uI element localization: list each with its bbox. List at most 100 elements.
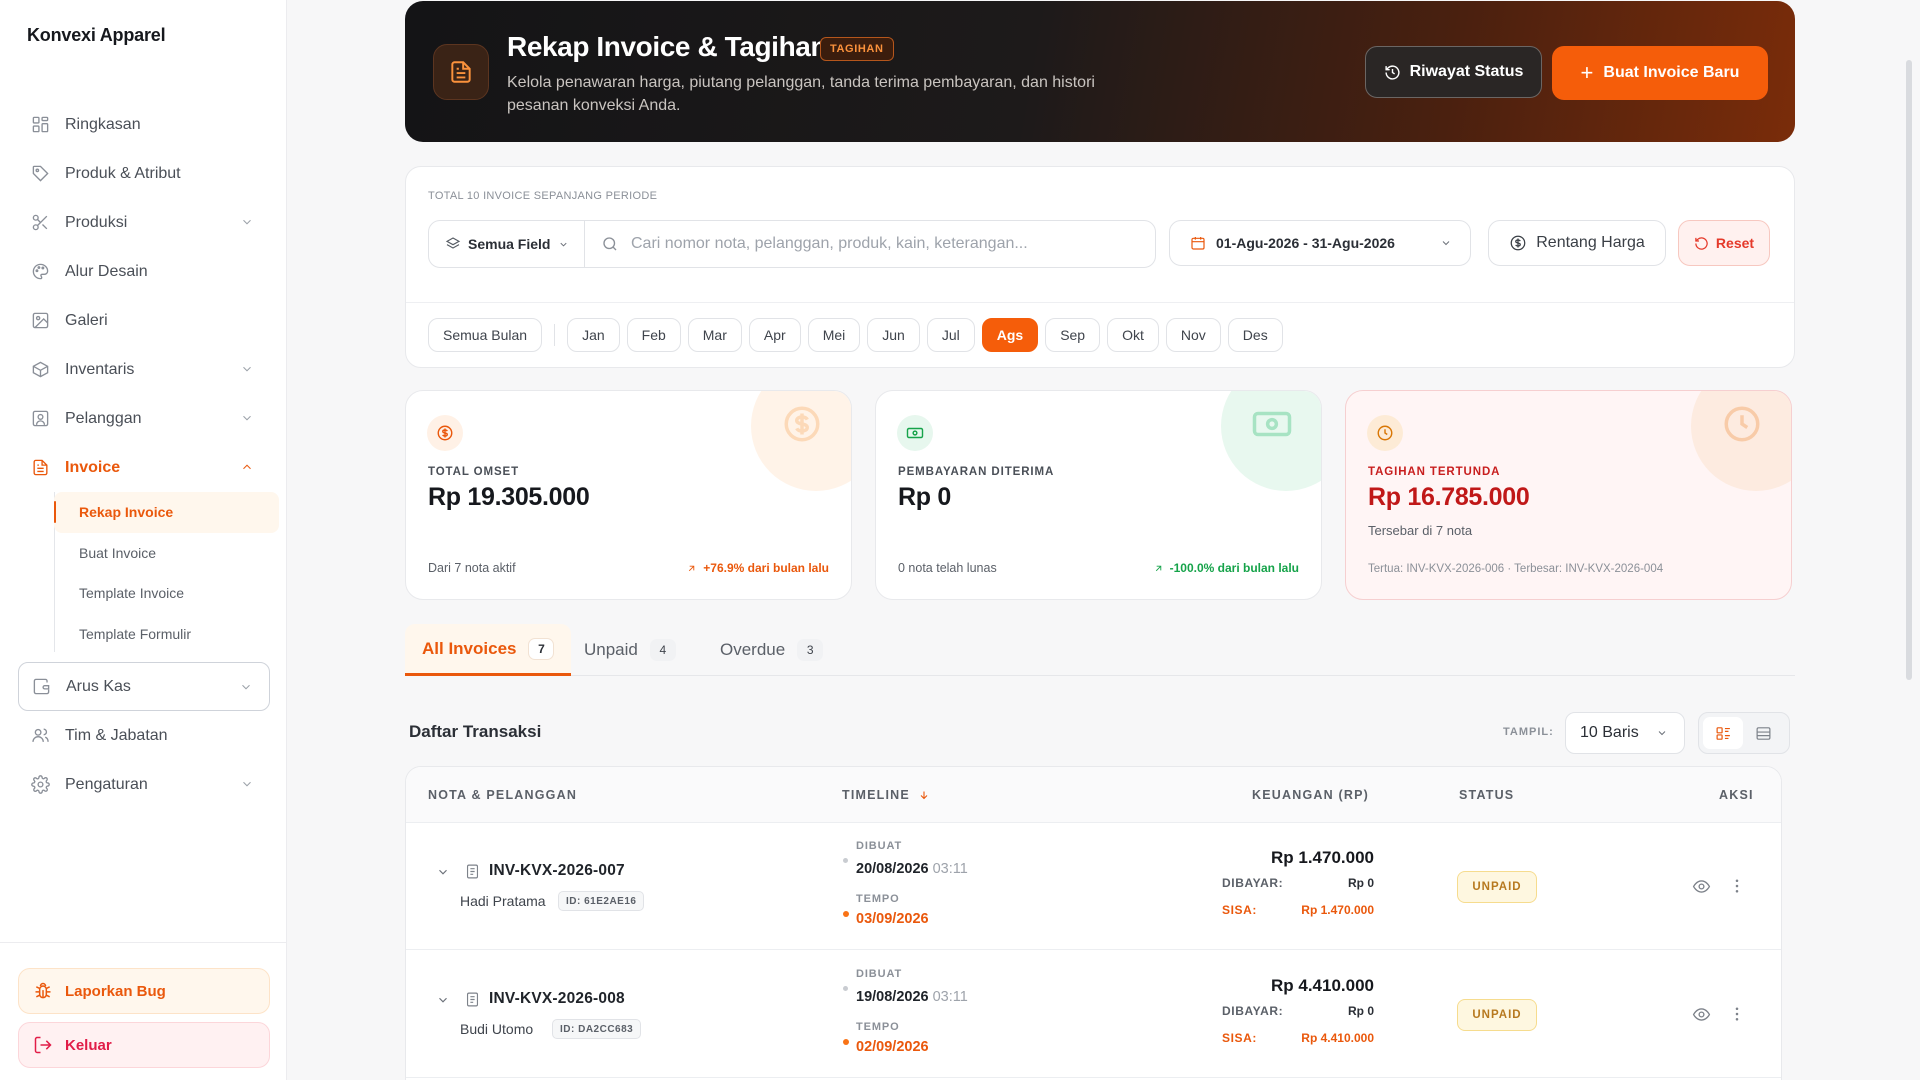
subnav-item-buat-invoice[interactable]: Buat Invoice — [54, 533, 270, 574]
page-scrollbar[interactable] — [1906, 60, 1912, 680]
dollar-circle-icon — [437, 425, 453, 441]
invoice-number[interactable]: INV-KVX-2026-007 — [489, 862, 625, 880]
customer-name: Budi Utomo — [460, 1021, 534, 1037]
month-chip[interactable]: Des — [1227, 318, 1283, 352]
col-header-timeline[interactable]: TIMELINE — [842, 788, 930, 802]
subnav-item-template-formulir[interactable]: Template Formulir — [54, 614, 270, 655]
subnav-item-template-invoice[interactable]: Template Invoice — [54, 573, 270, 614]
search-input[interactable] — [631, 235, 1131, 253]
logout-label: Keluar — [65, 1036, 112, 1054]
new-invoice-label: Buat Invoice Baru — [1603, 64, 1740, 81]
invoice-doc-icon — [433, 44, 489, 100]
tab-all-invoices[interactable]: All Invoices 7 — [405, 624, 572, 676]
stat-value: Rp 16.785.000 — [1368, 483, 1530, 511]
expand-row-icon[interactable] — [436, 865, 450, 879]
month-filter: Semua Bulan Jan Feb Mar Apr Mei Jun Jul … — [428, 318, 1290, 352]
sidebar-item-ringkasan[interactable]: Ringkasan — [18, 100, 270, 149]
sidebar-item-pengaturan[interactable]: Pengaturan — [18, 760, 270, 809]
month-chip[interactable]: Nov — [1165, 318, 1221, 352]
created-label: DIBUAT — [856, 840, 903, 852]
table-row[interactable]: INV-KVX-2026-007 Hadi Pratama ID: 61E2AE… — [406, 823, 1781, 950]
card-view-button[interactable] — [1703, 717, 1743, 749]
status-history-label: Riwayat Status — [1409, 63, 1524, 80]
field-select-value: Semua Field — [468, 236, 551, 252]
stat-card-payment-received: PEMBAYARAN DITERIMA Rp 0 0 nota telah lu… — [875, 390, 1322, 600]
sidebar-item-invoice[interactable]: Invoice — [18, 443, 270, 492]
list-detail-icon — [1716, 726, 1730, 740]
stat-trend-text: -100.0% dari bulan lalu — [1169, 561, 1299, 575]
created-label: DIBUAT — [856, 968, 903, 980]
subnav-item-rekap-invoice[interactable]: Rekap Invoice — [54, 492, 279, 533]
chip-separator — [554, 324, 556, 346]
created-date: 19/08/2026 03:11 — [856, 989, 968, 1005]
view-icon[interactable] — [1692, 1005, 1712, 1025]
sidebar-item-produksi[interactable]: Produksi — [18, 198, 270, 247]
customer-name: Hadi Pratama — [460, 893, 546, 909]
tab-label: All Invoices — [422, 638, 517, 658]
sidebar-item-alur-desain[interactable]: Alur Desain — [18, 247, 270, 296]
status-badge: UNPAID — [1457, 871, 1537, 903]
due-date: 03/09/2026 — [856, 911, 929, 927]
sidebar-item-label: Alur Desain — [65, 262, 148, 280]
month-chip[interactable]: Okt — [1107, 318, 1159, 352]
more-options-icon[interactable] — [1728, 1005, 1748, 1025]
sidebar-item-label: Inventaris — [65, 360, 135, 378]
tab-count-badge: 3 — [797, 639, 824, 661]
price-range-button[interactable]: Rentang Harga — [1488, 220, 1666, 266]
month-chip-all[interactable]: Semua Bulan — [428, 318, 543, 352]
month-chip[interactable]: Sep — [1045, 318, 1101, 352]
sidebar-item-tim-jabatan[interactable]: Tim & Jabatan — [18, 711, 270, 760]
timeline-dot-due — [843, 1039, 849, 1045]
tab-unpaid[interactable]: Unpaid 4 — [567, 624, 693, 676]
calendar-icon — [1191, 237, 1205, 250]
sidebar-item-galeri[interactable]: Galeri — [18, 296, 270, 345]
stat-value: Rp 0 — [898, 483, 951, 511]
logout-button[interactable]: Keluar — [18, 1022, 270, 1068]
sidebar-item-label: Produk & Atribut — [65, 164, 181, 182]
date-range-picker[interactable]: 01-Agu-2026 - 31-Agu-2026 — [1169, 220, 1471, 266]
month-chip[interactable]: Jul — [926, 318, 975, 352]
month-chip[interactable]: Jan — [567, 318, 620, 352]
status-history-button[interactable]: Riwayat Status — [1365, 46, 1542, 98]
banknote-icon — [1252, 411, 1292, 437]
rows-per-page-select[interactable]: 10 Baris — [1565, 712, 1685, 754]
created-time: 03:11 — [932, 861, 968, 877]
clock-icon — [1724, 406, 1760, 442]
month-chip[interactable]: Apr — [748, 318, 801, 352]
report-bug-button[interactable]: Laporkan Bug — [18, 968, 270, 1014]
price-range-label: Rentang Harga — [1536, 234, 1645, 251]
paid-label: DIBAYAR: — [1222, 1004, 1284, 1018]
field-select[interactable]: Semua Field — [429, 221, 585, 267]
due-date: 02/09/2026 — [856, 1039, 929, 1055]
page-badge: TAGIHAN — [820, 37, 894, 61]
banknote-icon — [906, 427, 924, 439]
table-view-button[interactable] — [1743, 717, 1783, 749]
sidebar-item-pelanggan[interactable]: Pelanggan — [18, 394, 270, 443]
tab-overdue[interactable]: Overdue 3 — [703, 624, 840, 676]
month-chip[interactable]: Mei — [807, 318, 861, 352]
new-invoice-button[interactable]: + Buat Invoice Baru — [1552, 46, 1768, 100]
created-date: 20/08/2026 03:11 — [856, 861, 968, 877]
table-row[interactable]: INV-KVX-2026-008 Budi Utomo ID: DA2CC683… — [406, 951, 1781, 1078]
month-chip[interactable]: Mar — [687, 318, 742, 352]
sidebar-item-arus-kas[interactable]: Arus Kas — [18, 662, 270, 711]
gallery-icon — [30, 311, 50, 331]
invoice-number[interactable]: INV-KVX-2026-008 — [489, 990, 625, 1008]
month-chip[interactable]: Jun — [867, 318, 920, 352]
more-options-icon[interactable] — [1728, 877, 1748, 897]
stat-footnote: Tertua: INV-KVX-2026-006 · Terbesar: INV… — [1368, 563, 1664, 575]
view-icon[interactable] — [1692, 877, 1712, 897]
chevron-down-icon — [240, 777, 254, 791]
sidebar-item-inventaris[interactable]: Inventaris — [18, 345, 270, 394]
sidebar-nav: Ringkasan Produk & Atribut Produksi Alur… — [18, 100, 279, 809]
stat-bg-decoration — [1221, 391, 1321, 491]
stat-subtext: Tersebar di 7 nota — [1368, 523, 1473, 538]
month-chip[interactable]: Feb — [626, 318, 681, 352]
reset-button[interactable]: Reset — [1678, 220, 1770, 266]
month-chip-active[interactable]: Ags — [981, 318, 1039, 352]
document-icon — [464, 991, 482, 1009]
sidebar-item-produk[interactable]: Produk & Atribut — [18, 149, 270, 198]
timeline-dot — [843, 858, 848, 863]
expand-row-icon[interactable] — [436, 993, 450, 1007]
date-range-value: 01-Agu-2026 - 31-Agu-2026 — [1216, 235, 1395, 251]
